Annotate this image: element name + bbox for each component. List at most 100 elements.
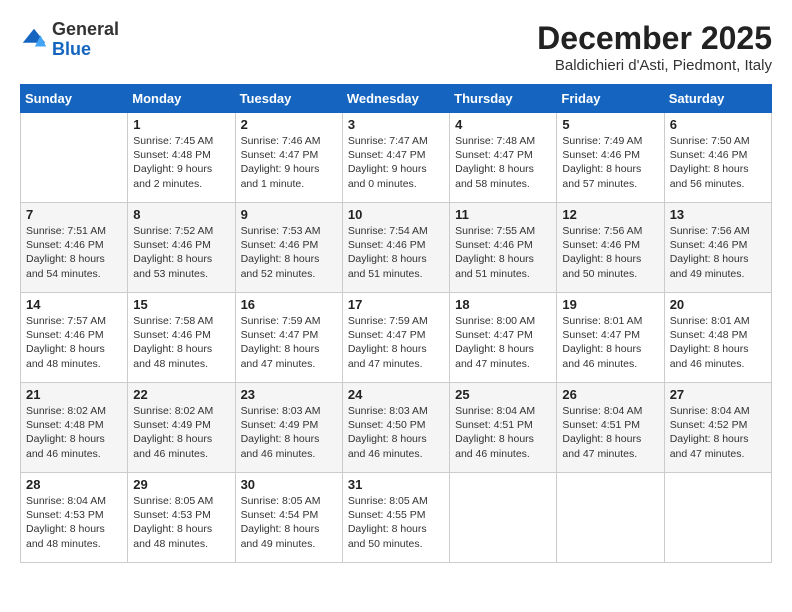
day-number: 15 [133,297,229,312]
header-row: SundayMondayTuesdayWednesdayThursdayFrid… [21,85,772,113]
day-info: Sunrise: 7:50 AMSunset: 4:46 PMDaylight:… [670,134,766,191]
calendar-cell: 31Sunrise: 8:05 AMSunset: 4:55 PMDayligh… [342,473,449,563]
day-info: Sunrise: 8:04 AMSunset: 4:51 PMDaylight:… [562,404,658,461]
calendar-cell: 27 Sunrise: 8:04 AMSunset: 4:52 PMDayligh… [664,383,771,473]
calendar-cell: 14Sunrise: 7:57 AMSunset: 4:46 PMDayligh… [21,293,128,383]
day-number: 4 [455,117,551,132]
day-info: Sunrise: 7:45 AMSunset: 4:48 PMDaylight:… [133,134,229,191]
calendar-cell: 5 Sunrise: 7:49 AMSunset: 4:46 PMDaylight… [557,113,664,203]
page-header: General Blue December 2025 Baldichieri d… [20,20,772,74]
calendar-cell: 30 Sunrise: 8:05 AMSunset: 4:54 PMDayligh… [235,473,342,563]
day-number: 30 [241,477,337,492]
day-of-week-header: Saturday [664,85,771,113]
day-number: 3 [348,117,444,132]
day-number: 1 [133,117,229,132]
day-info: Sunrise: 8:02 AMSunset: 4:48 PMDaylight:… [26,404,122,461]
calendar-cell: 19 Sunrise: 8:01 AMSunset: 4:47 PMDayligh… [557,293,664,383]
calendar-cell: 24 Sunrise: 8:03 AMSunset: 4:50 PMDayligh… [342,383,449,473]
calendar-cell: 6 Sunrise: 7:50 AMSunset: 4:46 PMDaylight… [664,113,771,203]
day-info: Sunrise: 7:57 AMSunset: 4:46 PMDaylight:… [26,314,122,371]
day-number: 23 [241,387,337,402]
calendar-cell: 9Sunrise: 7:53 AMSunset: 4:46 PMDaylight… [235,203,342,293]
calendar-cell [557,473,664,563]
day-info: Sunrise: 7:52 AMSunset: 4:46 PMDaylight:… [133,224,229,281]
day-info: Sunrise: 7:56 AMSunset: 4:46 PMDaylight:… [670,224,766,281]
calendar-week-row: 28Sunrise: 8:04 AMSunset: 4:53 PMDayligh… [21,473,772,563]
calendar-cell: 23 Sunrise: 8:03 AMSunset: 4:49 PMDayligh… [235,383,342,473]
day-of-week-header: Tuesday [235,85,342,113]
calendar-table: SundayMondayTuesdayWednesdayThursdayFrid… [20,84,772,563]
calendar-cell [450,473,557,563]
calendar-cell: 1 Sunrise: 7:45 AMSunset: 4:48 PMDaylight… [128,113,235,203]
calendar-body: 1 Sunrise: 7:45 AMSunset: 4:48 PMDaylight… [21,113,772,563]
calendar-cell [664,473,771,563]
day-number: 16 [241,297,337,312]
logo: General Blue [20,20,119,60]
day-info: Sunrise: 8:04 AMSunset: 4:52 PMDaylight:… [670,404,766,461]
calendar-week-row: 21Sunrise: 8:02 AMSunset: 4:48 PMDayligh… [21,383,772,473]
day-info: Sunrise: 8:05 AMSunset: 4:53 PMDaylight:… [133,494,229,551]
day-number: 19 [562,297,658,312]
calendar-week-row: 7 Sunrise: 7:51 AMSunset: 4:46 PMDaylight… [21,203,772,293]
day-info: Sunrise: 7:49 AMSunset: 4:46 PMDaylight:… [562,134,658,191]
day-number: 13 [670,207,766,222]
day-info: Sunrise: 8:04 AMSunset: 4:53 PMDaylight:… [26,494,122,551]
day-number: 18 [455,297,551,312]
calendar-cell: 17 Sunrise: 7:59 AMSunset: 4:47 PMDayligh… [342,293,449,383]
calendar-cell: 25Sunrise: 8:04 AMSunset: 4:51 PMDayligh… [450,383,557,473]
day-info: Sunrise: 8:01 AMSunset: 4:47 PMDaylight:… [562,314,658,371]
day-info: Sunrise: 7:58 AMSunset: 4:46 PMDaylight:… [133,314,229,371]
day-info: Sunrise: 7:48 AMSunset: 4:47 PMDaylight:… [455,134,551,191]
calendar-cell: 10Sunrise: 7:54 AMSunset: 4:46 PMDayligh… [342,203,449,293]
day-info: Sunrise: 8:03 AMSunset: 4:49 PMDaylight:… [241,404,337,461]
day-info: Sunrise: 8:02 AMSunset: 4:49 PMDaylight:… [133,404,229,461]
day-number: 24 [348,387,444,402]
day-info: Sunrise: 7:56 AMSunset: 4:46 PMDaylight:… [562,224,658,281]
month-title: December 2025 [537,20,772,57]
day-of-week-header: Sunday [21,85,128,113]
day-info: Sunrise: 7:46 AMSunset: 4:47 PMDaylight:… [241,134,337,191]
day-info: Sunrise: 7:47 AMSunset: 4:47 PMDaylight:… [348,134,444,191]
calendar-week-row: 14Sunrise: 7:57 AMSunset: 4:46 PMDayligh… [21,293,772,383]
day-info: Sunrise: 8:05 AMSunset: 4:54 PMDaylight:… [241,494,337,551]
calendar-cell: 29 Sunrise: 8:05 AMSunset: 4:53 PMDayligh… [128,473,235,563]
day-number: 27 [670,387,766,402]
day-number: 12 [562,207,658,222]
logo-icon [20,26,48,54]
day-number: 25 [455,387,551,402]
calendar-week-row: 1 Sunrise: 7:45 AMSunset: 4:48 PMDaylight… [21,113,772,203]
calendar-cell: 12 Sunrise: 7:56 AMSunset: 4:46 PMDayligh… [557,203,664,293]
day-info: Sunrise: 7:59 AMSunset: 4:47 PMDaylight:… [348,314,444,371]
calendar-cell: 3 Sunrise: 7:47 AMSunset: 4:47 PMDaylight… [342,113,449,203]
calendar-cell: 28Sunrise: 8:04 AMSunset: 4:53 PMDayligh… [21,473,128,563]
calendar-cell: 21Sunrise: 8:02 AMSunset: 4:48 PMDayligh… [21,383,128,473]
day-number: 22 [133,387,229,402]
day-info: Sunrise: 7:53 AMSunset: 4:46 PMDaylight:… [241,224,337,281]
calendar-header: SundayMondayTuesdayWednesdayThursdayFrid… [21,85,772,113]
day-number: 5 [562,117,658,132]
calendar-cell: 26 Sunrise: 8:04 AMSunset: 4:51 PMDayligh… [557,383,664,473]
calendar-cell: 18Sunrise: 8:00 AMSunset: 4:47 PMDayligh… [450,293,557,383]
day-of-week-header: Monday [128,85,235,113]
day-info: Sunrise: 7:51 AMSunset: 4:46 PMDaylight:… [26,224,122,281]
day-info: Sunrise: 8:01 AMSunset: 4:48 PMDaylight:… [670,314,766,371]
day-number: 26 [562,387,658,402]
calendar-cell: 4 Sunrise: 7:48 AMSunset: 4:47 PMDaylight… [450,113,557,203]
day-number: 6 [670,117,766,132]
day-info: Sunrise: 8:03 AMSunset: 4:50 PMDaylight:… [348,404,444,461]
day-of-week-header: Thursday [450,85,557,113]
day-of-week-header: Friday [557,85,664,113]
logo-text: General Blue [52,20,119,60]
title-block: December 2025 Baldichieri d'Asti, Piedmo… [537,20,772,74]
day-number: 29 [133,477,229,492]
day-of-week-header: Wednesday [342,85,449,113]
day-number: 7 [26,207,122,222]
calendar-cell: 11Sunrise: 7:55 AMSunset: 4:46 PMDayligh… [450,203,557,293]
calendar-cell: 7 Sunrise: 7:51 AMSunset: 4:46 PMDaylight… [21,203,128,293]
calendar-cell: 16Sunrise: 7:59 AMSunset: 4:47 PMDayligh… [235,293,342,383]
calendar-cell: 22 Sunrise: 8:02 AMSunset: 4:49 PMDayligh… [128,383,235,473]
day-number: 10 [348,207,444,222]
location: Baldichieri d'Asti, Piedmont, Italy [537,57,772,74]
calendar-cell: 8Sunrise: 7:52 AMSunset: 4:46 PMDaylight… [128,203,235,293]
day-number: 17 [348,297,444,312]
